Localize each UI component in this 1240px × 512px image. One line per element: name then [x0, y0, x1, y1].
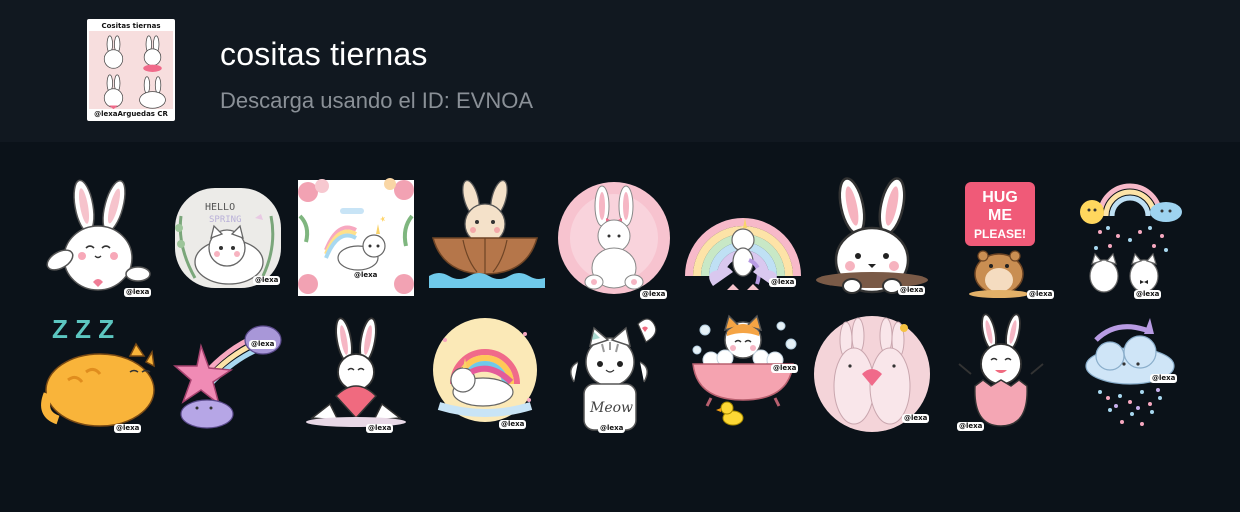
sticker-credit: @lexa — [957, 422, 985, 431]
sticker-grid: @lexa HELLO SPRING @lexa @lexa @lexa @le… — [38, 176, 1202, 434]
sticker-bunny-egg[interactable]: @lexa — [941, 310, 1061, 434]
pack-header: Cositas tiernas @lexaArguedas CR cositas… — [0, 0, 1240, 142]
sticker-credit: @lexa — [352, 271, 380, 280]
sticker-hugging-bunnies[interactable]: @lexa — [812, 310, 932, 434]
sticker-bunny-heart[interactable]: @lexa — [296, 310, 416, 434]
unicorn-rainbow-icon — [433, 318, 537, 422]
sleeping-orange-cat-icon: Z Z Z — [41, 314, 155, 427]
spring-text: SPRING — [209, 215, 242, 225]
pack-thumbnail[interactable]: Cositas tiernas @lexaArguedas CR — [87, 19, 175, 121]
star-rainbow-cloud-icon — [173, 325, 282, 429]
bunny-peeking-icon — [816, 177, 928, 294]
sticker-unicorn-rainbow[interactable]: @lexa — [425, 310, 545, 434]
meow-cat-icon: Meow — [570, 318, 657, 431]
zzz-text: Z Z Z — [52, 314, 114, 344]
me-text: ME — [988, 207, 1012, 224]
sticker-cat-bathtub[interactable]: @lexa — [683, 310, 803, 434]
pink-bunny-bow-icon — [558, 182, 670, 294]
thumb-title: Cositas tiernas — [89, 21, 173, 31]
sticker-bunny-boat[interactable] — [425, 176, 545, 300]
sticker-credit: @lexa — [1134, 290, 1162, 299]
meow-text: Meow — [589, 400, 633, 416]
bunny-boat-icon — [429, 179, 545, 288]
sticker-credit: @lexa — [598, 424, 626, 433]
sticker-bunny-waving[interactable]: @lexa — [38, 176, 158, 300]
thumb-grid — [95, 35, 171, 111]
bunny-icon — [143, 35, 162, 72]
bunny-heart-icon — [306, 317, 406, 427]
pack-title: cositas tiernas — [220, 36, 428, 72]
sticker-hug-me-hamster[interactable]: HUG ME PLEASE! @lexa — [941, 176, 1061, 300]
sticker-credit: @lexa — [499, 420, 527, 429]
sticker-credit: @lexa — [1150, 374, 1178, 383]
unicorn-cloud-icon — [1085, 318, 1175, 426]
sticker-credit: @lexa — [114, 424, 142, 433]
thumb-credit: @lexaArguedas CR — [89, 109, 173, 119]
download-id-text: Descarga usando el ID: EVNOA — [220, 88, 534, 113]
sticker-credit: @lexa — [366, 424, 394, 433]
bunny-waving-icon — [46, 179, 151, 291]
sticker-rainbow-unicorn-cat[interactable]: @lexa — [683, 176, 803, 300]
sticker-credit: @lexa — [769, 278, 797, 287]
hug-me-hamster-icon: HUG ME PLEASE! — [965, 182, 1035, 298]
sticker-credit: @lexa — [898, 286, 926, 295]
please-text: PLEASE! — [974, 227, 1026, 241]
sticker-credit: @lexa — [249, 340, 277, 349]
sticker-unicorn-cat-flowers[interactable]: @lexa — [296, 176, 416, 300]
sticker-pink-bunny-bow[interactable]: @lexa — [554, 176, 674, 300]
sticker-credit: @lexa — [1027, 290, 1055, 299]
bunny-icon — [103, 74, 124, 110]
unicorn-cat-flowers-icon — [298, 178, 414, 296]
sticker-credit: @lexa — [771, 364, 799, 373]
sticker-sleeping-orange-cat[interactable]: Z Z Z @lexa — [38, 310, 158, 434]
bunny-icon — [103, 35, 124, 69]
sticker-credit: @lexa — [640, 290, 668, 299]
sticker-hello-spring-cat[interactable]: HELLO SPRING @lexa — [167, 176, 287, 300]
hello-text: HELLO — [205, 202, 235, 213]
sticker-meow-cat[interactable]: Meow @lexa — [554, 310, 674, 434]
sticker-star-rainbow-cloud[interactable]: @lexa — [167, 310, 287, 434]
sticker-rainbow-cats[interactable]: @lexa — [1070, 176, 1190, 300]
sticker-credit: @lexa — [124, 288, 152, 297]
bunny-egg-icon — [958, 313, 1044, 427]
bunny-icon — [139, 76, 166, 109]
sticker-credit: @lexa — [253, 276, 281, 285]
sticker-credit: @lexa — [902, 414, 930, 423]
hug-text: HUG — [982, 189, 1018, 206]
sticker-unicorn-cloud[interactable]: @lexa — [1070, 310, 1190, 434]
rainbow-cats-icon — [1080, 183, 1182, 293]
sticker-bunny-peeking[interactable]: @lexa — [812, 176, 932, 300]
